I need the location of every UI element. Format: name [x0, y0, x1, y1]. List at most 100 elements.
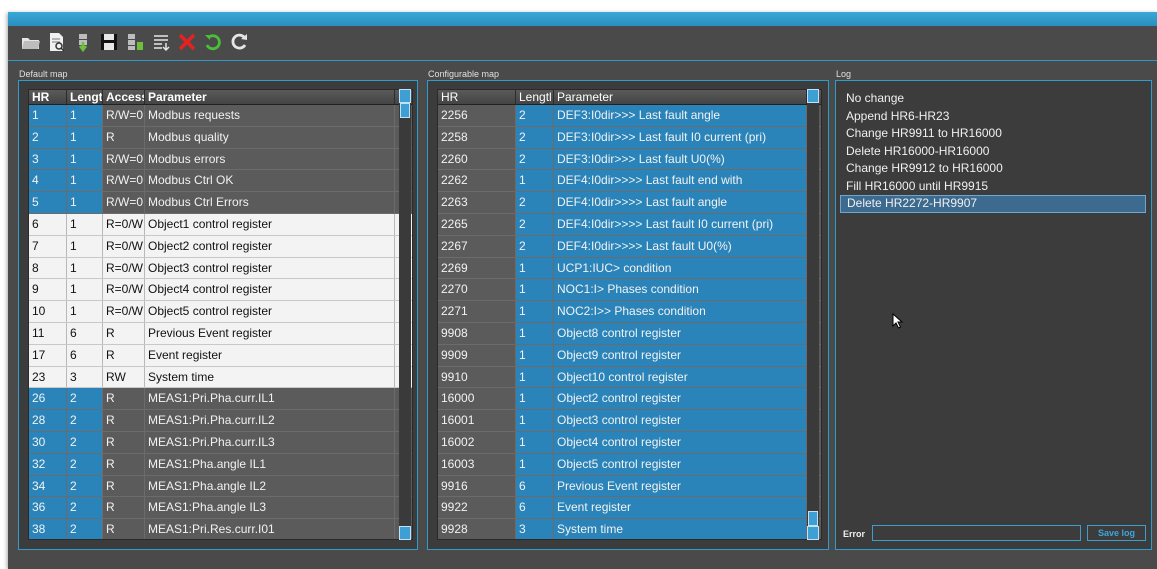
toolbar — [20, 28, 250, 56]
save-log-button[interactable]: Save log — [1087, 525, 1146, 541]
cell-length: 1 — [67, 170, 103, 192]
table-row[interactable]: 2258 2 DEF3:I0dir>>> Last fault I0 current… — [438, 126, 821, 149]
cell-hr: 17 — [29, 344, 67, 366]
log-item[interactable]: Change HR9911 to HR16000 — [840, 125, 1146, 143]
cell-parameter: Object4 control register — [554, 431, 807, 453]
table-row[interactable]: 11 6 R Previous Event register — [29, 322, 412, 345]
cell-length: 2 — [67, 388, 103, 410]
table-row[interactable]: 16000 1 Object2 control register — [438, 388, 821, 411]
undo-button[interactable] — [202, 31, 224, 53]
table-row[interactable]: 32 2 R MEAS1:Pha.angle IL1 — [29, 453, 412, 476]
col-length[interactable]: Lengtl — [516, 90, 554, 104]
cell-access: R/W=0 — [103, 170, 145, 192]
table-row[interactable]: 23 3 RW System time — [29, 366, 412, 389]
table-row[interactable]: 17 6 R Event register — [29, 344, 412, 367]
table-row[interactable]: 9916 6 Previous Event register — [438, 475, 821, 498]
cell-parameter: MEAS1:Pha.angle IL3 — [145, 497, 395, 519]
log-title: Log — [836, 69, 852, 79]
cell-hr: 28 — [29, 410, 67, 431]
cell-hr: 16001 — [438, 410, 516, 431]
table-row[interactable]: 30 2 R MEAS1:Pri.Pha.curr.IL3 — [29, 431, 412, 454]
cell-parameter: DEF4:I0dir>>>> Last fault U0(%) — [554, 235, 807, 257]
table-row[interactable]: 6 1 R=0/W Object1 control register — [29, 213, 412, 236]
table-row[interactable]: 36 2 R MEAS1:Pha.angle IL3 — [29, 497, 412, 520]
cell-length: 1 — [516, 344, 554, 366]
col-parameter[interactable]: Parameter — [554, 90, 807, 104]
col-length[interactable]: Lengt — [67, 90, 103, 104]
table-row[interactable]: 2265 2 DEF4:I0dir>>>> Last fault I0 curren… — [438, 213, 821, 236]
table-row[interactable]: 4 1 R/W=0 Modbus Ctrl OK — [29, 170, 412, 193]
log-item[interactable]: Delete HR16000-HR16000 — [840, 143, 1146, 161]
table-row[interactable]: 9 1 R=0/W Object4 control register — [29, 279, 412, 302]
log-item[interactable]: No change — [840, 90, 1146, 108]
cell-length: 2 — [516, 126, 554, 148]
cell-access: R — [103, 410, 145, 431]
export-button[interactable] — [124, 31, 146, 53]
cell-length: 2 — [516, 213, 554, 235]
scroll-up-icon[interactable] — [399, 89, 411, 103]
table-row[interactable]: 38 2 R MEAS1:Pri.Res.curr.I01 — [29, 519, 412, 539]
cell-hr: 3 — [29, 148, 67, 170]
save-button[interactable] — [98, 31, 120, 53]
col-hr[interactable]: HR — [29, 90, 67, 104]
table-row[interactable]: 7 1 R=0/W Object2 control register — [29, 235, 412, 258]
import-button[interactable] — [72, 31, 94, 53]
table-row[interactable]: 26 2 R MEAS1:Pri.Pha.curr.IL1 — [29, 388, 412, 411]
log-item[interactable]: Append HR6-HR23 — [840, 108, 1146, 126]
open-folder-button[interactable] — [20, 31, 42, 53]
table-row[interactable]: 3 1 R/W=0 Modbus errors — [29, 148, 412, 171]
scroll-up-icon[interactable] — [807, 89, 819, 103]
table-row[interactable]: 16003 1 Object5 control register — [438, 453, 821, 476]
cell-hr: 23 — [29, 366, 67, 388]
log-item[interactable]: Delete HR2272-HR9907 — [840, 195, 1146, 213]
table-row[interactable]: 2267 2 DEF4:I0dir>>>> Last fault U0(%) — [438, 235, 821, 258]
table-row[interactable]: 9910 1 Object10 control register — [438, 366, 821, 389]
cell-access: R/W=0 — [103, 105, 145, 126]
configurable-map-scrollbar[interactable] — [807, 89, 819, 540]
table-row[interactable]: 28 2 R MEAS1:Pri.Pha.curr.IL2 — [29, 410, 412, 432]
scroll-thumb[interactable] — [808, 511, 818, 526]
table-row[interactable]: 10 1 R=0/W Object5 control register — [29, 301, 412, 323]
cell-length: 1 — [67, 126, 103, 148]
table-row[interactable]: 9908 1 Object8 control register — [438, 322, 821, 345]
scroll-thumb[interactable] — [400, 103, 410, 118]
table-row[interactable]: 2262 1 DEF4:I0dir>>>> Last fault end with — [438, 170, 821, 193]
cell-length: 1 — [67, 279, 103, 301]
cell-length: 2 — [67, 431, 103, 453]
default-map-rows: 1 1 R/W=0 Modbus requests 2 1 R Modbus quality 3… — [29, 105, 412, 539]
cell-hr: 26 — [29, 388, 67, 410]
table-row[interactable]: 2271 1 NOC2:I>> Phases condition — [438, 301, 821, 323]
table-row[interactable]: 5 1 R/W=0 Modbus Ctrl Errors — [29, 192, 412, 214]
table-row[interactable]: 2 1 R Modbus quality — [29, 126, 412, 149]
table-row[interactable]: 2263 2 DEF4:I0dir>>>> Last fault angle — [438, 192, 821, 214]
delete-button[interactable] — [176, 31, 198, 53]
table-row[interactable]: 34 2 R MEAS1:Pha.angle IL2 — [29, 475, 412, 498]
table-row[interactable]: 2256 2 DEF3:I0dir>>> Last fault angle — [438, 105, 821, 127]
list-button[interactable] — [150, 31, 172, 53]
scroll-down-icon[interactable] — [399, 526, 411, 540]
table-row[interactable]: 16001 1 Object3 control register — [438, 410, 821, 432]
table-row[interactable]: 2260 2 DEF3:I0dir>>> Last fault U0(%) — [438, 148, 821, 171]
log-item[interactable]: Change HR9912 to HR16000 — [840, 160, 1146, 178]
table-row[interactable]: 16002 1 Object4 control register — [438, 431, 821, 454]
col-access[interactable]: Access — [103, 90, 145, 104]
default-map-scrollbar[interactable] — [399, 89, 411, 540]
table-row[interactable]: 9922 6 Event register — [438, 497, 821, 520]
table-row[interactable]: 8 1 R=0/W Object3 control register — [29, 257, 412, 280]
col-hr[interactable]: HR — [438, 90, 516, 104]
col-parameter[interactable]: Parameter — [145, 90, 395, 104]
table-row[interactable]: 9909 1 Object9 control register — [438, 344, 821, 367]
cell-parameter: MEAS1:Pri.Pha.curr.IL2 — [145, 410, 395, 431]
default-map-title: Default map — [19, 69, 68, 79]
log-item[interactable]: Fill HR16000 until HR9915 — [840, 178, 1146, 196]
table-row[interactable]: 2269 1 UCP1:IUC> condition — [438, 257, 821, 280]
refresh-button[interactable] — [228, 31, 250, 53]
scroll-down-icon[interactable] — [807, 526, 819, 540]
table-row[interactable]: 1 1 R/W=0 Modbus requests — [29, 105, 412, 127]
cell-length: 1 — [516, 388, 554, 410]
table-row[interactable]: 2270 1 NOC1:I> Phases condition — [438, 279, 821, 302]
error-field[interactable] — [872, 525, 1081, 541]
cell-parameter: MEAS1:Pha.angle IL1 — [145, 453, 395, 475]
view-document-button[interactable] — [46, 31, 68, 53]
table-row[interactable]: 9928 3 System time — [438, 519, 821, 539]
